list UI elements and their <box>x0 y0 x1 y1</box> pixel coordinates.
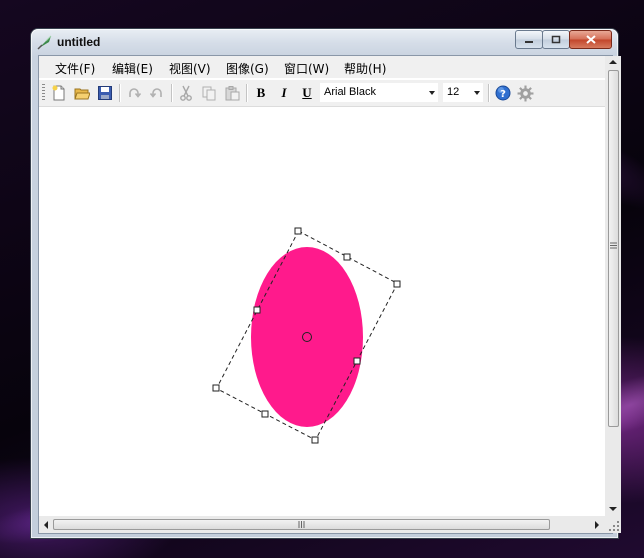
resize-handle[interactable] <box>311 436 319 444</box>
italic-button[interactable]: I <box>275 84 293 102</box>
paste-icon <box>225 86 240 101</box>
redo-button[interactable] <box>125 84 143 102</box>
chevron-down-icon <box>474 91 480 95</box>
toolbar-separator <box>119 84 121 102</box>
toolbar-separator <box>488 84 490 102</box>
scroll-right-icon[interactable] <box>594 521 600 529</box>
vertical-scrollbar[interactable] <box>605 56 621 516</box>
resize-handle[interactable] <box>212 384 220 392</box>
open-button[interactable] <box>73 84 91 102</box>
menu-image[interactable]: 图像(G) <box>226 60 269 77</box>
grip-lines-icon <box>298 521 305 528</box>
scroll-down-icon[interactable] <box>609 506 617 512</box>
new-button[interactable] <box>50 84 68 102</box>
font-name-select[interactable]: Arial Black <box>320 83 438 102</box>
minimize-icon <box>525 40 533 43</box>
menu-help[interactable]: 帮助(H) <box>344 60 386 77</box>
grip-lines-icon <box>610 242 617 249</box>
maximize-icon <box>551 35 561 44</box>
size-grip[interactable] <box>605 516 621 533</box>
canvas-surface <box>212 227 401 444</box>
toolbar-separator <box>171 84 173 102</box>
underline-button[interactable]: U <box>298 84 316 102</box>
chevron-down-icon <box>429 91 435 95</box>
caption-buttons <box>515 30 612 49</box>
redo-icon <box>129 88 142 98</box>
cut-icon <box>180 85 192 101</box>
minimize-button[interactable] <box>515 30 543 49</box>
save-button[interactable] <box>96 84 114 102</box>
save-icon <box>98 86 112 100</box>
font-name-value: Arial Black <box>324 86 376 98</box>
bold-button[interactable]: B <box>252 84 270 102</box>
close-button[interactable] <box>569 30 612 49</box>
drawing-canvas[interactable] <box>39 108 605 514</box>
undo-icon <box>149 88 162 98</box>
maximize-button[interactable] <box>542 30 570 49</box>
cut-button[interactable] <box>177 84 195 102</box>
open-folder-icon <box>74 88 90 100</box>
new-file-icon <box>52 85 65 101</box>
resize-handle[interactable] <box>261 410 269 418</box>
horizontal-scroll-thumb[interactable] <box>53 519 550 530</box>
resize-handle[interactable] <box>343 253 351 261</box>
scroll-up-icon[interactable] <box>609 59 617 65</box>
resize-handle[interactable] <box>294 227 302 235</box>
help-icon: ? <box>495 85 511 101</box>
resize-handle[interactable] <box>393 280 401 288</box>
menu-window[interactable]: 窗口(W) <box>284 60 329 77</box>
pink-ellipse-shape[interactable] <box>251 247 363 427</box>
settings-button[interactable] <box>516 84 534 102</box>
copy-button[interactable] <box>200 84 218 102</box>
resize-handle[interactable] <box>353 357 361 365</box>
app-window: untitled 文件(F) 编辑(E) 视图(V) 图像(G) 窗口(W) 帮… <box>31 29 621 538</box>
svg-text:?: ? <box>500 89 506 100</box>
scroll-left-icon[interactable] <box>43 521 49 529</box>
menu-bar: 文件(F) 编辑(E) 视图(V) 图像(G) 窗口(W) 帮助(H) <box>39 56 605 78</box>
client-area: 文件(F) 编辑(E) 视图(V) 图像(G) 窗口(W) 帮助(H) B I … <box>38 55 621 534</box>
horizontal-scrollbar[interactable] <box>39 516 605 533</box>
vertical-scroll-thumb[interactable] <box>608 70 619 427</box>
title-bar[interactable]: untitled <box>31 29 618 53</box>
menu-edit[interactable]: 编辑(E) <box>112 60 153 77</box>
window-title: untitled <box>57 35 101 49</box>
toolbar: B I U Arial Black 12 ? <box>39 80 605 107</box>
gear-icon <box>517 85 533 101</box>
paste-button[interactable] <box>223 84 241 102</box>
font-size-value: 12 <box>447 86 460 98</box>
resize-handle[interactable] <box>253 306 261 314</box>
close-icon <box>585 35 596 44</box>
help-button[interactable]: ? <box>494 84 512 102</box>
font-size-select[interactable]: 12 <box>443 83 483 102</box>
menu-file[interactable]: 文件(F) <box>55 60 95 77</box>
menu-view[interactable]: 视图(V) <box>169 60 211 77</box>
toolbar-separator <box>246 84 248 102</box>
toolbar-grip[interactable] <box>42 84 45 101</box>
size-grip-icon <box>609 521 619 531</box>
copy-icon <box>202 86 216 101</box>
undo-button[interactable] <box>148 84 166 102</box>
app-icon <box>37 35 52 50</box>
